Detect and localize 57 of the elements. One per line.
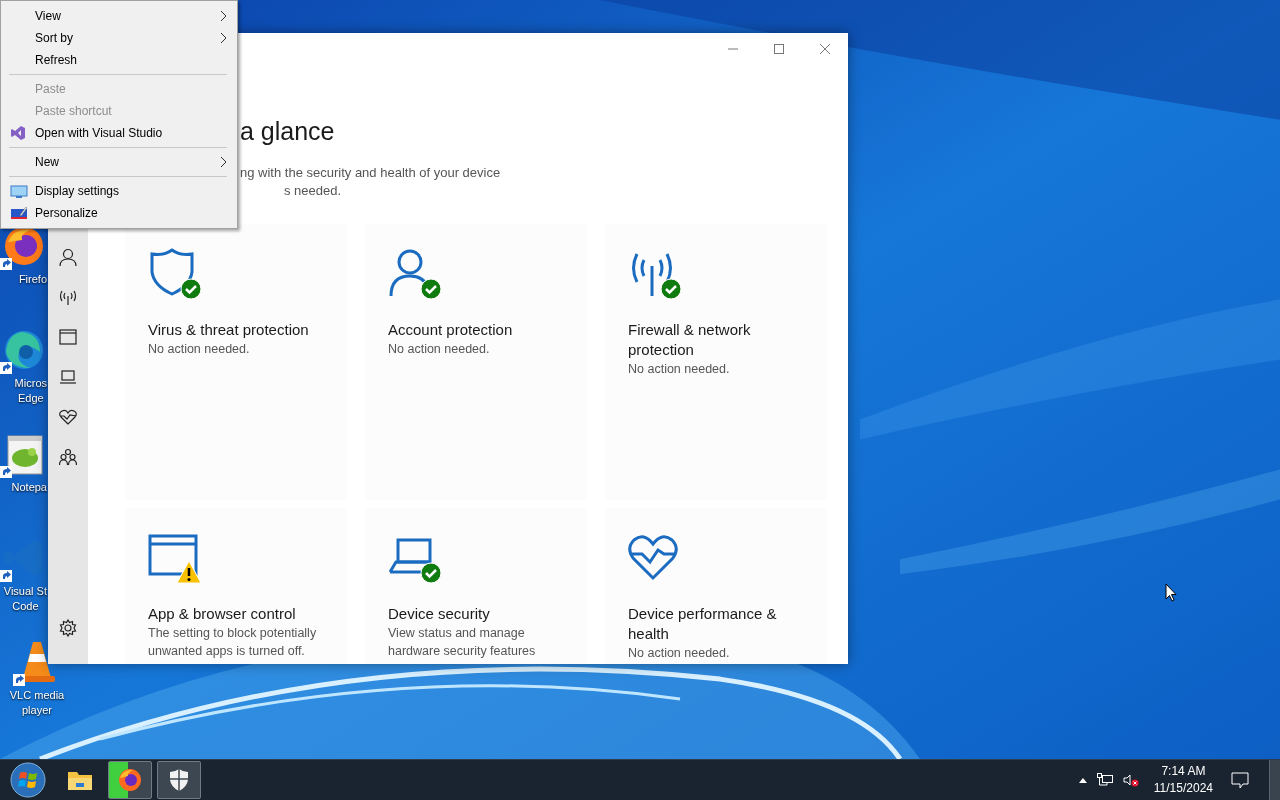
card-status: View status and manage hardware security features	[388, 625, 537, 660]
menu-item[interactable]: Personalize	[1, 202, 237, 224]
taskbar-app-button[interactable]	[108, 761, 152, 799]
maximize-icon[interactable]	[774, 44, 784, 54]
card-status: The setting to block potentially unwanted apps is turned off.	[148, 625, 318, 660]
menu-item[interactable]: Display settings	[1, 180, 237, 202]
heart-pulse-icon[interactable]	[59, 409, 77, 425]
page-subtitle: s needed.	[283, 182, 342, 200]
taskbar-app-button[interactable]	[157, 761, 201, 799]
monitor-icon	[10, 183, 28, 199]
card-title: Virus & threat protection	[148, 320, 309, 340]
clock-time: 7:14 AM	[1161, 763, 1206, 780]
desktop-icon-label[interactable]: Firefo	[18, 272, 47, 287]
browser-window-icon[interactable]	[59, 329, 77, 345]
folder-icon	[67, 769, 93, 791]
desktop-icon-label[interactable]: Visual St	[3, 584, 47, 599]
clock-date: 11/15/2024	[1153, 780, 1213, 797]
laptop-icon[interactable]	[59, 370, 77, 384]
shield-icon	[168, 768, 190, 792]
shortcut-arrow-icon	[0, 466, 12, 478]
shortcut-arrow-icon	[13, 674, 25, 686]
desktop-icon-label[interactable]: Micros	[14, 376, 47, 391]
shortcut-arrow-icon	[0, 258, 12, 270]
family-icon[interactable]	[59, 448, 77, 466]
card-title: Device security	[388, 604, 490, 624]
card-title: Firewall & network protection	[628, 320, 752, 360]
mouse-cursor-icon	[1165, 583, 1177, 602]
person-icon[interactable]	[59, 248, 77, 266]
page-subtitle: ng with the security and health of your device	[240, 164, 501, 182]
desktop-icon-label[interactable]: Code	[12, 599, 39, 614]
desktop-icon-label[interactable]: player	[22, 703, 52, 718]
firefox-icon	[117, 767, 143, 793]
clock[interactable]: 7:14 AM 11/15/2024	[1143, 763, 1223, 797]
page-heading: a glance	[240, 116, 335, 146]
personalize-icon	[10, 205, 28, 221]
desktop-icon-label[interactable]: VLC media	[9, 688, 65, 703]
shortcut-arrow-icon	[0, 570, 12, 582]
card-title: App & browser control	[148, 604, 296, 624]
desktop-icon-label[interactable]: Notepa	[11, 480, 47, 495]
card-status: No action needed.	[628, 361, 730, 378]
settings-icon[interactable]	[59, 619, 77, 637]
menu-item[interactable]: View	[1, 5, 237, 27]
heart-pulse-icon	[628, 532, 678, 582]
card-status: No action needed.	[148, 341, 250, 358]
shortcut-arrow-icon	[0, 362, 12, 374]
card-title: Device performance & health	[628, 604, 778, 644]
close-icon[interactable]	[820, 44, 830, 54]
menu-item[interactable]: New	[1, 151, 237, 173]
visual-studio-icon	[10, 125, 26, 141]
menu-item[interactable]: Refresh	[1, 49, 237, 71]
antenna-icon[interactable]	[59, 288, 77, 306]
card-status: No action needed.	[628, 645, 730, 662]
card-status: No action needed.	[388, 341, 490, 358]
desktop-icon-label[interactable]: Edge	[17, 391, 44, 406]
menu-item[interactable]: Sort by	[1, 27, 237, 49]
card-title: Account protection	[388, 320, 513, 340]
menu-item[interactable]: Open with Visual Studio	[1, 122, 237, 144]
